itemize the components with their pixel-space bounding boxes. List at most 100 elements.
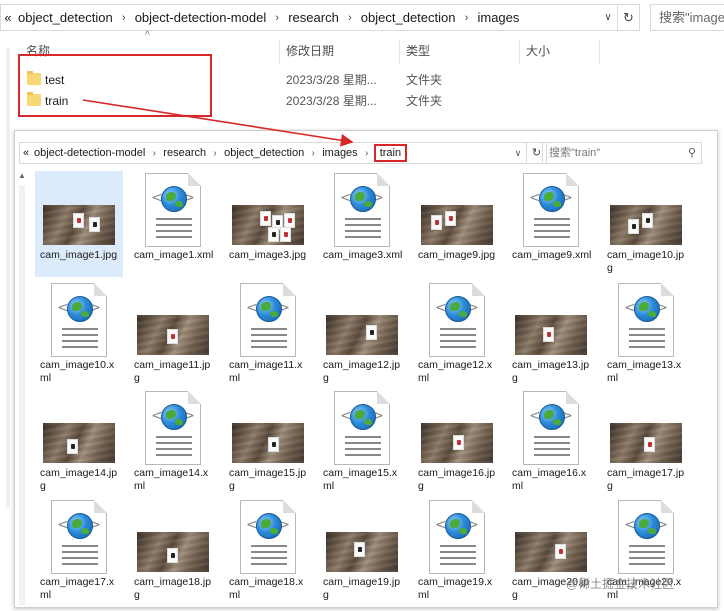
xml-file-tile[interactable]: < > cam_image18.xml: [224, 498, 312, 604]
text-line: [534, 236, 570, 238]
crumb-separator-icon[interactable]: ›: [458, 12, 474, 24]
image-file-tile[interactable]: cam_image19.jpg: [318, 498, 406, 604]
inner-crumb-2[interactable]: object_detection: [222, 147, 306, 159]
crumb-separator-icon[interactable]: ›: [147, 148, 161, 159]
image-thumbnail: [232, 205, 304, 245]
search-icon[interactable]: ⚲: [688, 143, 696, 163]
page-fold: [377, 391, 390, 404]
text-line: [629, 551, 665, 553]
image-thumbnail: [137, 532, 209, 572]
inner-crumb-1[interactable]: research: [161, 147, 208, 159]
xml-file-tile[interactable]: < > cam_image11.xml: [224, 281, 312, 387]
xml-file-tile[interactable]: < > cam_image16.xml: [507, 389, 595, 495]
xml-file-tile[interactable]: < > cam_image12.xml: [413, 281, 501, 387]
xml-file-tile[interactable]: < > cam_image17.xml: [35, 498, 123, 604]
crumb-separator-icon[interactable]: ›: [116, 12, 132, 24]
image-file-tile[interactable]: cam_image18.jpg: [129, 498, 217, 604]
image-file-tile[interactable]: cam_image1.jpg: [35, 171, 123, 277]
xml-file-tile[interactable]: < > cam_image15.xml: [318, 389, 406, 495]
card-pip: [449, 216, 453, 221]
address-dropdown-icon[interactable]: ∨: [601, 5, 615, 30]
xml-file-tile[interactable]: < > cam_image19.xml: [413, 498, 501, 604]
xml-file-tile[interactable]: < > cam_image13.xml: [602, 281, 690, 387]
scroll-track[interactable]: [19, 185, 25, 605]
column-header-date[interactable]: 修改日期: [286, 40, 334, 62]
image-file-tile[interactable]: cam_image9.jpg: [413, 171, 501, 277]
crumb-separator-icon[interactable]: ›: [342, 12, 358, 24]
top-crumb-3[interactable]: object_detection: [358, 10, 459, 25]
image-file-tile[interactable]: cam_image13.jpg: [507, 281, 595, 387]
file-label: cam_image3.jpg: [229, 249, 307, 261]
file-label: cam_image9.jpg: [418, 249, 496, 261]
xml-file-tile[interactable]: < > cam_image10.xml: [35, 281, 123, 387]
top-crumb-4[interactable]: images: [474, 10, 522, 25]
text-line: [534, 224, 570, 226]
page-fold: [283, 283, 296, 296]
text-line: [629, 545, 665, 547]
column-divider[interactable]: [519, 40, 520, 64]
inner-crumb-0[interactable]: object-detection-model: [32, 147, 147, 159]
text-line: [440, 328, 476, 330]
history-chevron-icon[interactable]: «: [20, 147, 32, 159]
text-line: [440, 557, 476, 559]
inner-search-input[interactable]: 搜索"train" ⚲: [542, 142, 702, 164]
card-pip: [370, 330, 374, 335]
top-address-bar[interactable]: « object_detection › object-detection-mo…: [0, 4, 640, 31]
text-line: [62, 340, 98, 342]
text-line: [534, 442, 570, 444]
image-file-tile[interactable]: cam_image15.jpg: [224, 389, 312, 495]
file-label: cam_image18.xml: [229, 576, 304, 601]
xml-file-icon: < >: [618, 283, 674, 357]
text-line: [534, 448, 570, 450]
globe-icon: [256, 513, 282, 539]
crumb-separator-icon[interactable]: ›: [360, 148, 374, 159]
text-line: [440, 334, 476, 336]
xml-file-icon: < >: [145, 391, 201, 465]
scroll-up-icon[interactable]: ▲: [17, 171, 27, 181]
xml-file-tile[interactable]: < > cam_image3.xml: [318, 171, 406, 277]
image-file-tile[interactable]: cam_image14.jpg: [35, 389, 123, 495]
playing-card: [67, 439, 78, 454]
inner-crumb-train-highlighted[interactable]: train: [373, 144, 408, 162]
image-file-tile[interactable]: cam_image3.jpg: [224, 171, 312, 277]
file-label: cam_image9.xml: [512, 249, 592, 261]
file-label: cam_image13.jpg: [512, 359, 590, 384]
crumb-separator-icon[interactable]: ›: [208, 148, 222, 159]
text-line: [534, 218, 570, 220]
xml-file-tile[interactable]: < > cam_image1.xml: [129, 171, 217, 277]
refresh-icon[interactable]: ↻: [617, 5, 639, 30]
text-line: [629, 340, 665, 342]
top-crumb-0[interactable]: object_detection: [15, 10, 116, 25]
image-file-tile[interactable]: cam_image11.jpg: [129, 281, 217, 387]
column-header-type[interactable]: 类型: [406, 40, 430, 62]
column-header-size[interactable]: 大小: [526, 40, 550, 62]
xml-file-tile[interactable]: < > cam_image9.xml: [507, 171, 595, 277]
inner-address-bar[interactable]: « object-detection-model › research › ob…: [19, 142, 547, 164]
top-scrollbar[interactable]: [6, 48, 10, 508]
column-divider[interactable]: [279, 40, 280, 64]
image-file-tile[interactable]: cam_image10.jpg: [602, 171, 690, 277]
xml-file-icon: < >: [618, 500, 674, 574]
top-toolbar: « object_detection › object-detection-mo…: [0, 0, 724, 34]
address-dropdown-icon[interactable]: ∨: [512, 143, 524, 163]
playing-card: [260, 211, 271, 226]
top-crumb-2[interactable]: research: [285, 10, 342, 25]
image-file-tile[interactable]: cam_image12.jpg: [318, 281, 406, 387]
inner-scrollbar[interactable]: ▲: [17, 171, 27, 607]
inner-crumb-3[interactable]: images: [320, 147, 359, 159]
column-divider[interactable]: [599, 40, 600, 64]
image-file-tile[interactable]: cam_image17.jpg: [602, 389, 690, 495]
crumb-separator-icon[interactable]: ›: [269, 12, 285, 24]
globe-icon: [256, 296, 282, 322]
history-chevron-icon[interactable]: «: [1, 10, 15, 25]
xml-file-tile[interactable]: < > cam_image14.xml: [129, 389, 217, 495]
top-search-input[interactable]: 搜索"images": [650, 4, 724, 31]
card-pip: [284, 232, 288, 237]
playing-card: [644, 437, 655, 452]
xml-file-icon: < >: [334, 391, 390, 465]
top-crumb-1[interactable]: object-detection-model: [132, 10, 270, 25]
image-file-tile[interactable]: cam_image16.jpg: [413, 389, 501, 495]
column-divider[interactable]: [399, 40, 400, 64]
text-line: [345, 436, 381, 438]
crumb-separator-icon[interactable]: ›: [306, 148, 320, 159]
